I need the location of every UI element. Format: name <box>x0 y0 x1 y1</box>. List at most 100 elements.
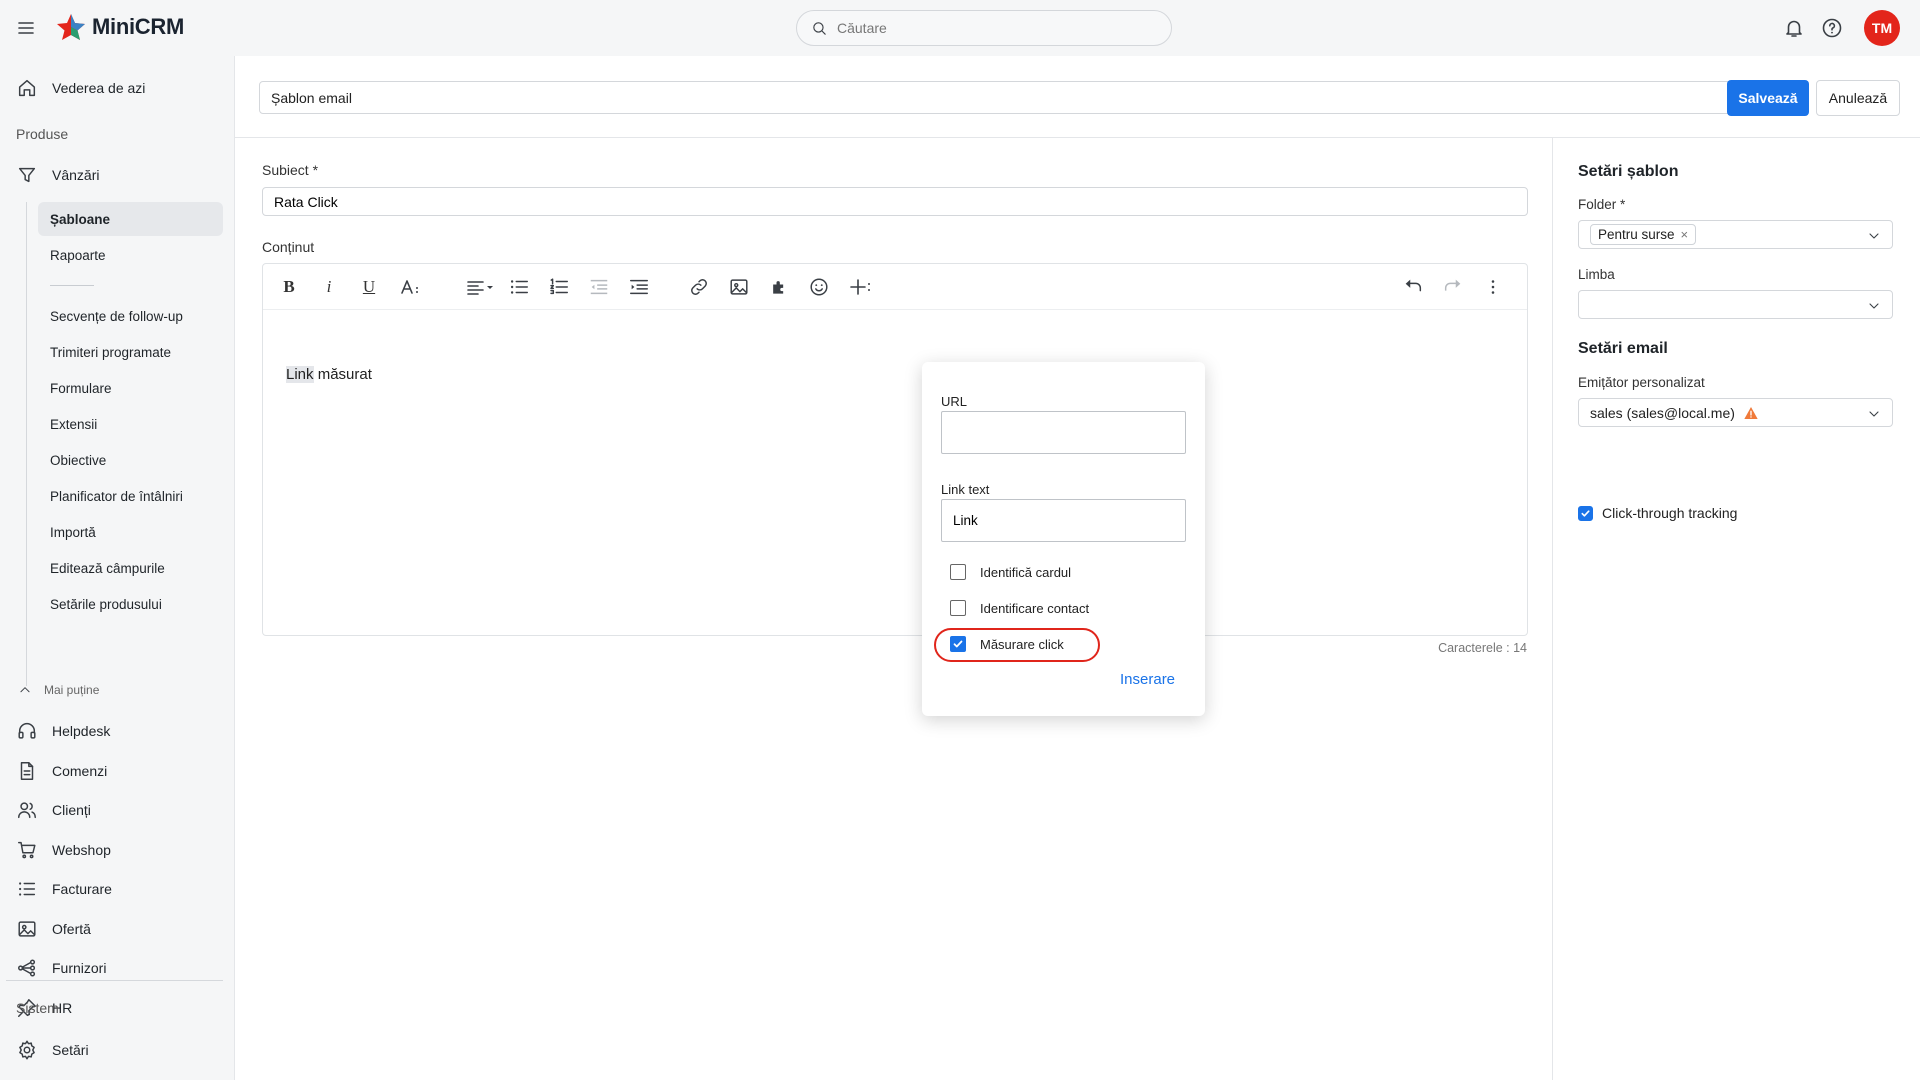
sub-item-edit-fields[interactable]: Editează câmpurile <box>38 551 223 585</box>
nav-billing-label: Facturare <box>52 881 112 897</box>
chevron-down-icon <box>1869 233 1879 239</box>
section-products-label: Produse <box>16 126 69 142</box>
nav-today-label: Vederea de azi <box>52 80 146 96</box>
home-icon <box>18 79 36 97</box>
url-input[interactable] <box>941 411 1186 454</box>
italic-icon[interactable]: i <box>317 275 341 299</box>
numbered-list-icon[interactable] <box>547 275 571 299</box>
email-settings-heading: Setări email <box>1578 340 1668 357</box>
template-settings-heading: Setări șablon <box>1578 163 1679 180</box>
nav-helpdesk[interactable]: Helpdesk <box>0 712 234 750</box>
indent-icon[interactable] <box>627 275 651 299</box>
sender-select[interactable]: sales (sales@local.me) <box>1578 398 1893 427</box>
nav-settings-label: Setări <box>52 1042 89 1058</box>
nav-sales[interactable]: Vânzări <box>0 156 234 194</box>
rich-text-editor[interactable]: B i U Link măsurat <box>262 263 1528 636</box>
nav-orders[interactable]: Comenzi <box>0 752 234 790</box>
nav-helpdesk-label: Helpdesk <box>52 723 111 739</box>
identify-card-option[interactable]: Identifică cardul <box>950 564 1071 580</box>
search-box[interactable] <box>796 10 1172 46</box>
folder-chip-label: Pentru surse <box>1598 227 1675 242</box>
redo-icon[interactable] <box>1441 275 1465 299</box>
main-content: Salvează Anulează Subiect * Conținut B i… <box>234 56 1920 1080</box>
warning-icon <box>1744 406 1758 419</box>
nav-offer-label: Ofertă <box>52 921 91 937</box>
bullet-list-icon[interactable] <box>507 275 531 299</box>
sidebar: Vederea de azi Produse Vânzări Șabloane … <box>0 56 234 1080</box>
undo-icon[interactable] <box>1401 275 1425 299</box>
menu-icon[interactable] <box>14 16 38 40</box>
more-options-icon[interactable] <box>1481 275 1505 299</box>
sub-item-goals[interactable]: Obiective <box>38 443 223 477</box>
template-name-input[interactable] <box>259 81 1743 114</box>
save-button[interactable]: Salvează <box>1727 80 1809 116</box>
nav-today[interactable]: Vederea de azi <box>0 69 234 107</box>
search-input[interactable] <box>837 20 1137 36</box>
url-label: URL <box>941 394 968 409</box>
insert-more-icon[interactable] <box>847 275 877 299</box>
app-logo[interactable]: MiniCRM <box>56 12 184 42</box>
emoji-icon[interactable] <box>807 275 831 299</box>
underline-icon[interactable]: U <box>357 275 381 299</box>
header-row: Salvează Anulează <box>235 56 1920 138</box>
identify-card-checkbox[interactable] <box>950 564 966 580</box>
checkmark-icon <box>1581 509 1590 517</box>
link-text-input[interactable] <box>941 499 1186 542</box>
link-icon[interactable] <box>687 275 711 299</box>
puzzle-icon[interactable] <box>767 275 791 299</box>
nav-webshop[interactable]: Webshop <box>0 831 234 869</box>
help-icon[interactable] <box>1820 16 1844 40</box>
sub-item-product-settings[interactable]: Setările produsului <box>38 587 223 621</box>
identify-contact-checkbox[interactable] <box>950 600 966 616</box>
nav-suppliers[interactable]: Furnizori <box>0 949 234 987</box>
click-tracking-option[interactable]: Click-through tracking <box>1578 505 1737 521</box>
link-text-label: Link text <box>941 482 990 497</box>
nav-offer[interactable]: Ofertă <box>0 910 234 948</box>
list-icon <box>19 882 36 896</box>
language-select[interactable] <box>1578 290 1893 319</box>
document-icon <box>20 762 34 780</box>
sub-item-reports[interactable]: Rapoarte <box>38 238 223 272</box>
bell-icon[interactable] <box>1782 16 1806 40</box>
folder-select[interactable]: Pentru surse × <box>1578 220 1893 249</box>
sub-item-extensions[interactable]: Extensii <box>38 407 223 441</box>
nav-webshop-label: Webshop <box>52 842 111 858</box>
sidebar-divider <box>6 980 223 981</box>
submenu-guide-line <box>26 202 27 686</box>
highlight-annotation-ring <box>934 628 1100 662</box>
editor-content[interactable]: Link măsurat <box>286 366 372 383</box>
click-tracking-checkbox[interactable] <box>1578 505 1593 521</box>
sub-item-import[interactable]: Importă <box>38 515 223 549</box>
sub-item-forms[interactable]: Formulare <box>38 371 223 405</box>
insert-image-icon[interactable] <box>727 275 751 299</box>
show-less-toggle[interactable]: Mai puține <box>18 683 99 697</box>
subject-input[interactable] <box>262 187 1528 216</box>
nav-billing[interactable]: Facturare <box>0 870 234 908</box>
user-avatar[interactable]: TM <box>1864 10 1900 46</box>
insert-link-popover: URL Link text Identifică cardul Identifi… <box>922 362 1205 716</box>
remove-chip-icon[interactable]: × <box>1681 227 1689 242</box>
nav-clients[interactable]: Clienți <box>0 791 234 829</box>
chevron-up-icon <box>20 687 30 693</box>
share-nodes-icon <box>18 959 36 977</box>
nav-suppliers-label: Furnizori <box>52 960 107 976</box>
sub-item-followup-sequences[interactable]: Secvențe de follow-up <box>38 299 223 333</box>
sub-item-templates[interactable]: Șabloane <box>38 202 223 236</box>
outdent-icon[interactable] <box>587 275 611 299</box>
template-settings-panel: Setări șablon Folder * Pentru surse × Li… <box>1552 138 1920 1080</box>
section-system-label: Sistem <box>16 1000 59 1016</box>
app-name: MiniCRM <box>92 14 184 39</box>
align-dropdown-icon[interactable] <box>465 275 499 299</box>
gear-icon <box>19 1040 35 1060</box>
nav-settings[interactable]: Setări <box>0 1031 234 1069</box>
font-size-icon[interactable] <box>397 275 427 299</box>
bold-icon[interactable]: B <box>277 275 301 299</box>
users-icon <box>18 802 36 819</box>
chevron-down-icon <box>1869 411 1879 417</box>
identify-contact-option[interactable]: Identificare contact <box>950 600 1089 616</box>
sub-item-scheduled-sends[interactable]: Trimiteri programate <box>38 335 223 369</box>
insert-link-button[interactable]: Inserare <box>1120 671 1175 688</box>
sub-item-meeting-planner[interactable]: Planificator de întâlniri <box>38 479 223 513</box>
cancel-button[interactable]: Anulează <box>1816 80 1900 116</box>
cart-icon <box>18 841 36 859</box>
